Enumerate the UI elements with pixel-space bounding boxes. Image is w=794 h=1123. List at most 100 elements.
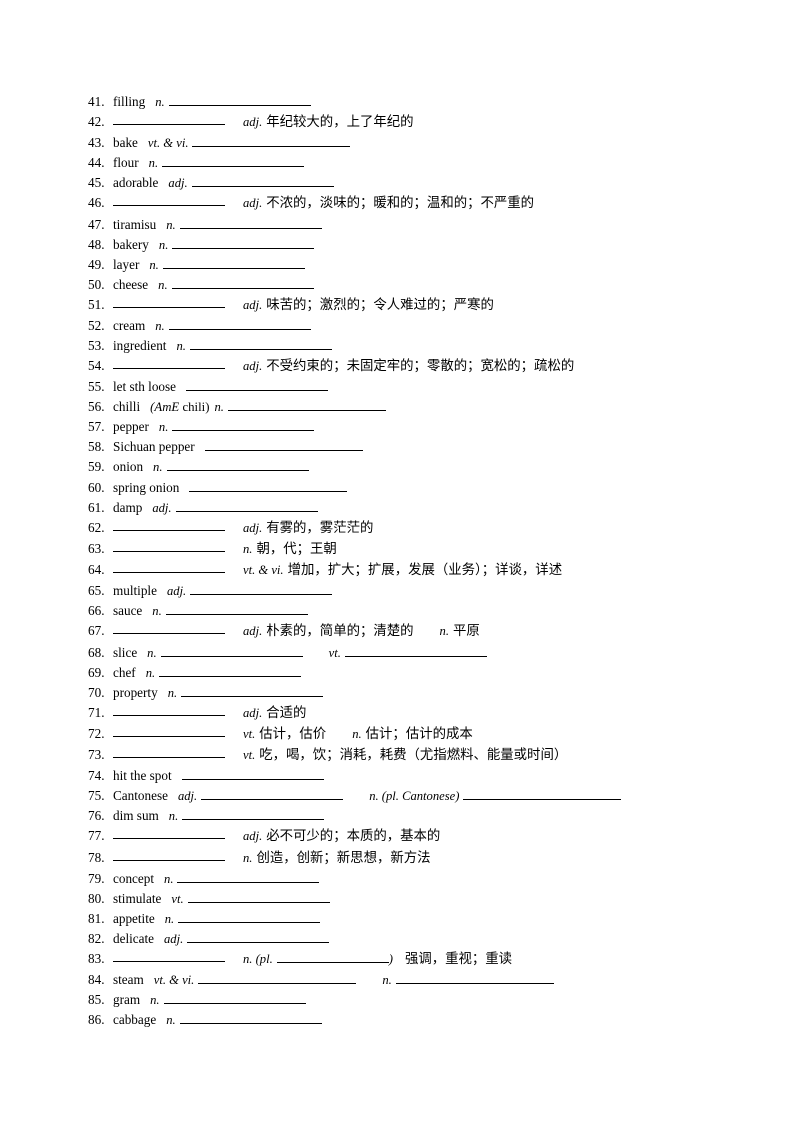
part-of-speech: n.: [166, 1013, 176, 1028]
answer-blank-definition[interactable]: [171, 277, 314, 289]
vocab-entry-row: 72. vt. 估计，估价 n. 估计；估计的成本: [88, 724, 768, 745]
vocab-entry-row: 83. n. (pl.) 强调，重视；重读: [88, 949, 768, 970]
vocab-entry-row: 67. adj. 朴素的，简单的；清楚的 n. 平原: [88, 621, 768, 642]
vocab-entry-row: 79. concept n.: [88, 869, 768, 889]
answer-blank-headword[interactable]: [113, 704, 225, 716]
entry-number: 75.: [88, 788, 105, 804]
answer-blank-headword[interactable]: [113, 950, 225, 962]
answer-blank-definition[interactable]: [162, 155, 305, 168]
answer-blank-definition[interactable]: [168, 94, 311, 106]
answer-blank-definition-secondary[interactable]: [344, 645, 487, 657]
answer-blank-headword[interactable]: [113, 849, 225, 861]
entry-number: 56.: [88, 399, 105, 415]
vocab-entry-row: 75. Cantonese adj. n. (pl. Cantonese): [88, 786, 768, 806]
part-of-speech: n.: [152, 604, 162, 619]
answer-blank-definition[interactable]: [165, 603, 308, 616]
answer-blank-definition[interactable]: [227, 399, 386, 412]
answer-blank-definition-secondary[interactable]: [463, 788, 622, 801]
part-of-speech: n.: [243, 541, 253, 556]
answer-blank-definition[interactable]: [182, 808, 325, 821]
answer-blank-headword[interactable]: [113, 561, 225, 574]
answer-blank-headword[interactable]: [113, 827, 225, 840]
part-of-speech: adj.: [243, 705, 263, 720]
entry-number: 65.: [88, 583, 105, 599]
answer-blank-headword[interactable]: [113, 113, 225, 126]
entry-headword-blank-wrap: [113, 356, 235, 376]
answer-blank-definition[interactable]: [179, 1012, 322, 1025]
answer-blank-headword[interactable]: [113, 357, 225, 370]
entry-headword: cheese: [113, 276, 149, 292]
answer-blank-definition[interactable]: [191, 175, 334, 188]
part-of-speech: adj.: [243, 520, 263, 535]
part-of-speech: adj.: [177, 789, 198, 804]
answer-blank-definition[interactable]: [198, 972, 357, 985]
answer-blank-headword[interactable]: [113, 622, 225, 635]
vocab-entry-row: 70. property n.: [88, 683, 768, 703]
entry-number: 76.: [88, 808, 105, 824]
answer-blank-definition[interactable]: [168, 318, 311, 330]
vocab-entry-row: 71. adj. 合适的: [88, 703, 768, 724]
part-of-speech-secondary: n.: [352, 726, 362, 741]
answer-blank-definition[interactable]: [163, 992, 306, 1005]
part-of-speech: vt. & vi.: [153, 973, 195, 988]
answer-blank-headword[interactable]: [113, 725, 225, 737]
part-of-speech: n.: [166, 217, 176, 232]
answer-blank-headword[interactable]: [113, 519, 225, 531]
chinese-gloss: 有雾的，雾茫茫的: [266, 520, 374, 536]
vocab-entry-row: 84. steam vt. & vi. n.: [88, 970, 768, 990]
entry-headword-blank-wrap: [113, 949, 235, 969]
vocab-entry-row: 57. pepper n.: [88, 417, 768, 437]
answer-blank-definition[interactable]: [192, 135, 351, 148]
answer-blank-headword[interactable]: [113, 296, 225, 308]
entry-headword: flour: [113, 155, 139, 171]
entry-headword: filling: [113, 94, 146, 109]
vocab-entry-row: 64. vt. & vi. 增加，扩大；扩展，发展（业务）；详谈，详述: [88, 560, 768, 581]
answer-blank-definition[interactable]: [179, 217, 322, 229]
answer-blank-definition[interactable]: [181, 768, 324, 781]
entry-number: 54.: [88, 358, 105, 374]
part-of-speech-secondary: n. (pl. Cantonese): [369, 789, 460, 804]
entry-number: 46.: [88, 195, 105, 211]
entry-number: 52.: [88, 317, 105, 333]
answer-blank-definition[interactable]: [187, 931, 330, 943]
answer-blank-definition[interactable]: [159, 665, 302, 677]
entry-number: 67.: [88, 623, 105, 639]
answer-blank-definition[interactable]: [160, 645, 303, 657]
answer-blank-definition[interactable]: [175, 500, 318, 512]
entry-number: 62.: [88, 519, 105, 535]
entry-headword-blank-wrap: [113, 826, 235, 846]
entry-number: 77.: [88, 828, 105, 844]
entry-number: 45.: [88, 175, 105, 191]
entry-headword: layer: [113, 256, 140, 272]
answer-blank-headword[interactable]: [113, 194, 225, 207]
answer-blank-headword[interactable]: [113, 746, 225, 759]
vocab-entry-row: 69. chef n.: [88, 663, 768, 683]
answer-blank-plural[interactable]: [276, 951, 389, 963]
answer-blank-definition[interactable]: [189, 480, 348, 492]
answer-blank-definition[interactable]: [201, 788, 344, 801]
entry-headword-blank-wrap: [113, 703, 235, 723]
answer-blank-definition[interactable]: [177, 871, 320, 883]
part-of-speech: n. (pl.: [243, 952, 273, 966]
answer-blank-definition[interactable]: [162, 257, 305, 269]
vocab-entry-row: 77. adj. 必不可少的；本质的，基本的: [88, 826, 768, 847]
answer-blank-definition[interactable]: [190, 583, 333, 596]
answer-blank-definition[interactable]: [178, 911, 321, 923]
answer-blank-definition[interactable]: [172, 419, 315, 432]
answer-blank-definition[interactable]: [204, 439, 363, 452]
answer-blank-definition[interactable]: [181, 685, 324, 697]
entry-headword: cabbage: [113, 1012, 157, 1028]
answer-blank-definition[interactable]: [187, 891, 330, 903]
answer-blank-headword[interactable]: [113, 540, 225, 552]
answer-blank-definition[interactable]: [172, 237, 315, 249]
part-of-speech: adj.: [164, 931, 184, 946]
entry-number: 84.: [88, 972, 105, 988]
entry-headword: pepper: [113, 419, 149, 435]
answer-blank-definition[interactable]: [189, 338, 332, 351]
answer-blank-definition[interactable]: [186, 379, 329, 392]
entry-headword-blank-wrap: [113, 539, 235, 559]
entry-headword-blank-wrap: [113, 193, 235, 213]
answer-blank-definition-secondary[interactable]: [395, 972, 554, 985]
answer-blank-definition[interactable]: [166, 459, 309, 472]
entry-number: 55.: [88, 379, 105, 395]
